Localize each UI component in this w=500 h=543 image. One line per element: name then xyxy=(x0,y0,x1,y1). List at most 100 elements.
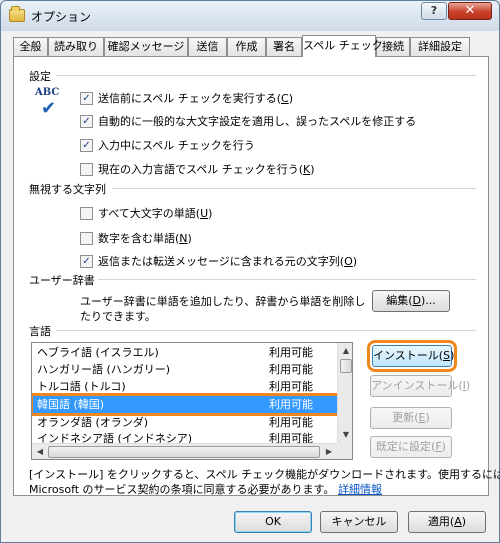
option-label-tail: ) xyxy=(352,254,358,268)
horizontal-scroll-thumb[interactable] xyxy=(48,446,320,458)
option-label-tail: ) xyxy=(187,231,192,245)
option-label: 返信または転送メッセージに含まれる元の文字列( xyxy=(98,255,345,268)
scroll-up-icon[interactable]: ▲ xyxy=(338,343,352,359)
install-note-line-1: [インストール] をクリックすると、スペル チェック機能がダウンロードされます。… xyxy=(29,468,500,481)
option-ignore-numbers[interactable]: 数字を含む単語(N) xyxy=(80,230,192,246)
button-label: 更新( xyxy=(392,411,419,424)
option-label-tail: ) xyxy=(208,206,213,220)
checkbox-checked-icon[interactable]: ✓ xyxy=(80,114,93,128)
help-button[interactable]: ? xyxy=(421,2,447,20)
checkbox-unchecked-icon[interactable] xyxy=(80,231,93,245)
user-dictionary-divider xyxy=(98,279,476,280)
ignore-divider xyxy=(112,188,476,189)
accel-key: A xyxy=(454,515,462,528)
ok-button[interactable]: OK xyxy=(234,511,312,533)
option-autocorrect[interactable]: ✓ 自動的に一般的な大文字設定を適用し、誤ったスペルを修正する xyxy=(80,113,416,129)
window-title: オプション xyxy=(31,10,92,24)
button-label-tail: ) xyxy=(441,440,446,453)
language-name: オランダ語 (オランダ) xyxy=(37,416,149,429)
ignore-section-label: 無視する文字列 xyxy=(29,183,106,196)
list-item[interactable]: インドネシア語 (インドネシア) 利用可能 xyxy=(33,430,337,443)
vertical-scroll-thumb[interactable] xyxy=(340,359,352,373)
accel-key: N xyxy=(179,231,188,245)
tab-general[interactable]: 全般 xyxy=(13,37,48,56)
option-label: 送信前にスペル チェックを実行する( xyxy=(98,92,282,105)
tab-signatures[interactable]: 署名 xyxy=(266,37,302,56)
checkbox-unchecked-icon[interactable] xyxy=(80,206,93,220)
option-label: 現在の入力言語でスペル チェックを行う( xyxy=(98,163,304,176)
edit-dictionary-button[interactable]: 編集(D)... xyxy=(372,290,450,312)
close-button[interactable]: ✕ xyxy=(448,2,492,20)
checkbox-unchecked-icon[interactable] xyxy=(80,162,93,176)
tab-send[interactable]: 送信 xyxy=(188,37,227,56)
list-item[interactable]: ハンガリー語 (ハンガリー) 利用可能 xyxy=(33,361,337,378)
title-bar: オプション ? ✕ xyxy=(1,1,499,31)
apply-button[interactable]: 適用(A) xyxy=(408,511,486,533)
language-name: ヘブライ語 (イスラエル) xyxy=(37,346,159,359)
language-status: 利用可能 xyxy=(269,363,313,376)
update-button[interactable]: 更新(E) xyxy=(370,407,452,429)
language-status: 利用可能 xyxy=(269,398,313,411)
language-status: 利用可能 xyxy=(269,416,313,429)
scroll-down-icon[interactable]: ▼ xyxy=(338,427,352,443)
list-item[interactable]: ヘブライ語 (イスラエル) 利用可能 xyxy=(33,344,337,361)
install-note-text: Microsoft のサービス契約の条項に同意する必要があります。 xyxy=(29,483,335,496)
language-name: トルコ語 (トルコ) xyxy=(37,380,126,393)
option-ignore-uppercase[interactable]: すべて大文字の単語(U) xyxy=(80,205,212,221)
option-ignore-original-text[interactable]: ✓ 返信または転送メッセージに含まれる元の文字列(O) xyxy=(80,253,357,269)
option-check-as-type[interactable]: ✓ 入力中にスペル チェックを行う xyxy=(80,137,255,153)
spellcheck-icon-text: ABC xyxy=(35,87,60,98)
option-label: 入力中にスペル チェックを行う xyxy=(98,139,255,152)
button-label: 既定に設定( xyxy=(376,440,436,453)
language-name: インドネシア語 (インドネシア) xyxy=(37,432,193,443)
settings-section-label: 設定 xyxy=(29,70,51,83)
option-check-before-send[interactable]: ✓ 送信前にスペル チェックを実行する(C) xyxy=(80,90,293,106)
button-label: 適用( xyxy=(427,515,455,528)
language-name: 韓国語 (韓国) xyxy=(37,398,105,411)
option-current-language[interactable]: 現在の入力言語でスペル チェックを行う(K) xyxy=(80,161,315,177)
install-button[interactable]: インストール(S) xyxy=(367,340,457,372)
scroll-right-icon[interactable]: ▶ xyxy=(321,444,337,459)
list-item[interactable]: トルコ語 (トルコ) 利用可能 xyxy=(33,378,337,395)
accel-key: D xyxy=(412,294,421,307)
user-dictionary-description-1: ユーザー辞書に単語を追加したり、辞書から単語を削除し xyxy=(80,295,366,308)
spellcheck-icon: ABC ✔ xyxy=(35,87,63,121)
button-label: 編集( xyxy=(386,294,413,307)
checkmark-icon: ✔ xyxy=(41,98,57,119)
accel-key: C xyxy=(281,91,289,105)
options-dialog: オプション ? ✕ 全般 読み取り 確認メッセージ 送信 作成 署名 スペル チ… xyxy=(0,0,500,543)
cancel-button[interactable]: キャンセル xyxy=(320,511,398,533)
checkbox-checked-icon[interactable]: ✓ xyxy=(80,254,93,268)
language-list[interactable]: ヘブライ語 (イスラエル) 利用可能 ハンガリー語 (ハンガリー) 利用可能 ト… xyxy=(31,342,353,460)
tab-read[interactable]: 読み取り xyxy=(48,37,104,56)
horizontal-scrollbar[interactable]: ◀ ▶ xyxy=(32,443,337,459)
set-default-button[interactable]: 既定に設定(F) xyxy=(370,436,452,458)
tab-receipts[interactable]: 確認メッセージ xyxy=(104,37,188,56)
language-section-label: 言語 xyxy=(29,325,51,338)
tab-compose[interactable]: 作成 xyxy=(227,37,266,56)
uninstall-button[interactable]: アンインストール(I) xyxy=(370,375,470,397)
accel-key: K xyxy=(303,162,311,176)
language-status: 利用可能 xyxy=(269,432,313,443)
option-label-tail: ) xyxy=(288,91,294,105)
button-label: インストール( xyxy=(373,349,444,362)
user-dictionary-description-2: たりできます。 xyxy=(80,310,156,323)
button-label-tail: ) xyxy=(425,411,430,424)
settings-divider xyxy=(56,75,476,76)
checkbox-checked-icon[interactable]: ✓ xyxy=(80,91,93,105)
install-note-line-2: Microsoft のサービス契約の条項に同意する必要があります。 詳細情報 xyxy=(29,481,382,497)
button-label-tail: ) xyxy=(450,349,455,362)
tab-spelling[interactable]: スペル チェック xyxy=(302,35,383,57)
checkbox-checked-icon[interactable]: ✓ xyxy=(80,138,93,152)
user-dictionary-section-label: ユーザー辞書 xyxy=(29,274,95,287)
folder-icon xyxy=(9,6,25,22)
more-info-link[interactable]: 詳細情報 xyxy=(338,483,382,496)
button-label-tail: )... xyxy=(421,294,436,307)
vertical-scrollbar[interactable]: ▲ ▼ xyxy=(337,343,352,443)
tab-advanced[interactable]: 詳細設定 xyxy=(410,37,470,56)
list-item[interactable]: オランダ語 (オランダ) 利用可能 xyxy=(33,414,337,431)
list-item-selected[interactable]: 韓国語 (韓国) 利用可能 xyxy=(32,393,340,416)
button-label-tail: ) xyxy=(461,515,467,528)
scroll-left-icon[interactable]: ◀ xyxy=(32,444,48,459)
option-label: 数字を含む単語( xyxy=(98,232,180,245)
